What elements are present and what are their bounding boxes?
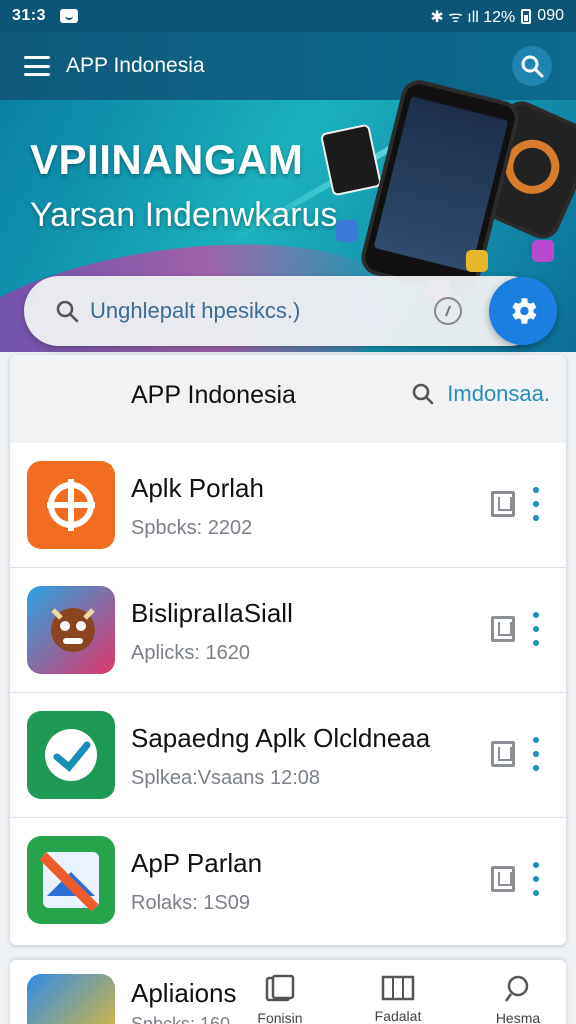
app-meta: Splkea:Vsaans 12:08 [131,767,321,789]
list-item[interactable]: Aplk Porlah Spbcks: 2202 [10,443,566,568]
header-search-label: Imdonsaa. [447,381,550,406]
gear-icon [512,298,537,324]
list-item[interactable]: ApP Parlan Rolaks: 1S09 [10,818,566,943]
settings-button[interactable] [489,277,557,345]
app-meta: Rolaks: 1S09 [131,892,250,914]
nav-item-fadalat[interactable]: Fadalat [358,974,438,1024]
bookmark-icon[interactable] [491,491,515,517]
bookmark-icon[interactable] [491,866,515,892]
status-indicators: ✱ ᯤ ıll 12% 090 [430,5,564,27]
bookmark-icon[interactable] [491,741,515,767]
clear-icon[interactable] [434,297,462,325]
bookmark-icon[interactable] [491,616,515,642]
nav-label: Fadalat [374,1008,422,1024]
app-title: APP Indonesia [66,54,205,77]
search-icon [412,383,434,405]
grid-icon [381,975,415,1001]
list-header-title: APP Indonesia [131,381,296,409]
app-list: APP Indonesia Imdonsaa. Aplk Porlah Spbc… [10,355,566,945]
hero-headline: VPIINANGAM [30,136,304,183]
orange-app-icon [27,461,115,549]
app-meta: Spbcks: 2202 [131,517,253,539]
status-bar: 31:3 ✱ ᯤ ıll 12% 090 [0,0,576,32]
list-item[interactable]: BislipraIlaSiall Aplicks: 1620 [10,568,566,693]
bottom-app-meta: Spbcks: 160 [131,1014,231,1024]
app-name: ApP Parlan [131,848,263,878]
nav-label: Hesma [495,1010,541,1024]
nav-item-hesma[interactable]: Hesma [478,974,558,1024]
nav-label: Fonisin [257,1010,303,1024]
search-input[interactable] [90,298,420,324]
search-icon[interactable] [512,46,552,86]
apps-icon[interactable] [27,974,115,1024]
list-header: APP Indonesia Imdonsaa. [10,355,566,443]
header-search-link[interactable]: Imdonsaa. [411,381,550,407]
notification-icon [60,9,79,23]
green-clock-app-icon [27,711,115,799]
hero-phone [357,76,523,300]
card-icon [265,974,295,1002]
signal-indicators: ✱ ᯤ ıll 12% [430,9,516,26]
hamburger-icon[interactable] [24,56,50,76]
map-app-icon [27,836,115,924]
nav-item-fonisin[interactable]: Fonisin [240,974,320,1024]
hero-subline: Yarsan Indenwkarus [30,196,338,234]
app-name: BislipraIlaSiall [131,598,293,628]
battery-value: 090 [537,7,564,24]
more-options-icon[interactable] [529,487,543,521]
more-options-icon[interactable] [529,862,543,896]
app-meta: Aplicks: 1620 [131,642,250,664]
search-icon [54,298,80,324]
more-options-icon[interactable] [529,737,543,771]
bottom-bar: Apliaions Spbcks: 160 Fonisin Fadalat He… [10,960,566,1024]
list-item[interactable]: Sapaedng Aplk Olcldneaa Splkea:Vsaans 12… [10,693,566,818]
search-bar [24,276,544,346]
app-bar: APP Indonesia [0,32,576,100]
monster-app-icon [27,586,115,674]
more-options-icon[interactable] [529,612,543,646]
hero-card-illustration [319,123,383,197]
battery-icon [521,8,532,24]
search-icon [504,975,529,1002]
app-name: Aplk Porlah [131,473,264,503]
app-name: Sapaedng Aplk Olcldneaa [131,723,431,753]
bottom-app-name: Apliaions [131,978,237,1008]
status-time: 31:3 [12,7,47,24]
